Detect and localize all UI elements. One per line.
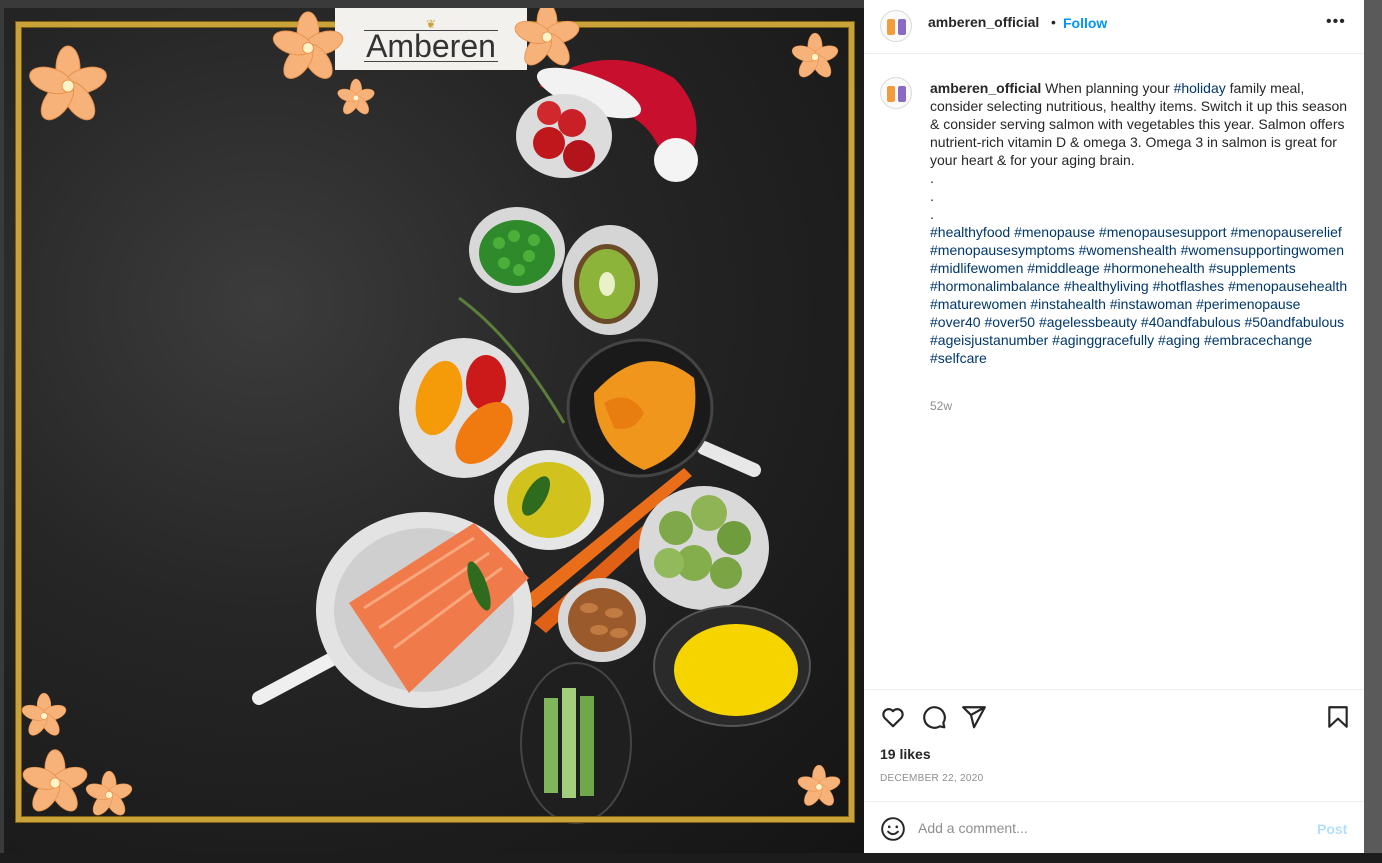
bottle-icon <box>887 86 895 102</box>
caption-hashtag[interactable]: #holiday <box>1174 80 1226 96</box>
bottle-icon <box>887 19 895 35</box>
emoji-icon[interactable] <box>880 816 906 842</box>
post-header: amberen_official • Follow ••• <box>864 0 1364 54</box>
header-username[interactable]: amberen_official <box>928 14 1039 30</box>
send-icon[interactable] <box>961 704 987 730</box>
brand-logo-text: Amberen <box>364 28 498 64</box>
flower-icon <box>272 11 344 79</box>
caption-dot: . <box>930 188 934 204</box>
flower-icon <box>797 764 841 806</box>
avatar[interactable] <box>880 10 912 42</box>
post-time-ago[interactable]: 52w <box>930 399 952 413</box>
avatar[interactable] <box>880 77 912 109</box>
comment-icon[interactable] <box>921 704 947 730</box>
post-comment-button[interactable]: Post <box>1317 821 1347 837</box>
heart-icon[interactable] <box>880 704 906 730</box>
post-detail-panel: amberen_official • Follow ••• amberen_of… <box>864 0 1364 853</box>
bookmark-icon[interactable] <box>1325 704 1351 730</box>
comments-area[interactable]: amberen_official When planning your #hol… <box>864 55 1364 689</box>
flower-icon <box>21 692 67 736</box>
add-comment-bar: Post <box>864 801 1364 853</box>
flower-icon <box>22 749 88 812</box>
post-caption: amberen_official When planning your #hol… <box>930 79 1350 367</box>
bottle-icon <box>898 19 906 35</box>
separator-dot: • <box>1051 14 1056 30</box>
modal-backdrop-bottom <box>0 853 1382 863</box>
caption-username[interactable]: amberen_official <box>930 80 1041 96</box>
comment-input[interactable] <box>918 816 1298 840</box>
likes-count[interactable]: 19 likes <box>880 746 931 762</box>
follow-button[interactable]: Follow <box>1063 15 1107 31</box>
modal-backdrop-edge <box>1364 0 1382 863</box>
brand-logo: ❦ Amberen <box>335 8 527 70</box>
post-image[interactable]: ❦ Amberen <box>4 8 864 853</box>
caption-dot: . <box>930 170 934 186</box>
caption-dot: . <box>930 206 934 222</box>
post-actions: 19 likes DECEMBER 22, 2020 <box>864 689 1364 801</box>
flower-icon <box>791 32 839 78</box>
more-horizontal-icon[interactable]: ••• <box>1326 13 1346 31</box>
caption-hashtags[interactable]: #healthyfood #menopause #menopausesuppor… <box>930 223 1350 367</box>
flower-icon <box>85 770 133 816</box>
flower-icon <box>337 78 375 115</box>
flower-icon <box>29 45 107 121</box>
post-date: DECEMBER 22, 2020 <box>880 773 984 784</box>
caption-text: When planning your <box>1041 80 1174 96</box>
flower-icon <box>514 8 580 66</box>
gold-frame <box>16 22 854 822</box>
bottle-icon <box>898 86 906 102</box>
